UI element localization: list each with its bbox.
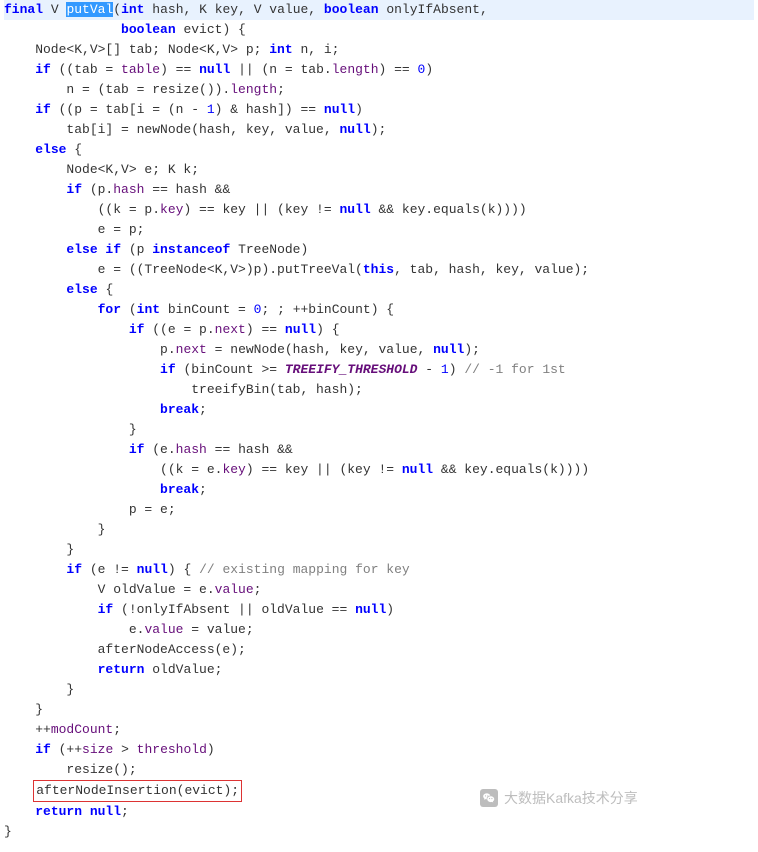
signature-line: final V putVal(int hash, K key, V value,… (4, 0, 754, 20)
code-block: final V putVal(int hash, K key, V value,… (0, 0, 758, 852)
wechat-icon (480, 789, 498, 807)
highlighted-call: afterNodeInsertion(evict); (33, 780, 242, 802)
selected-method-name: putVal (66, 2, 113, 17)
watermark: 大数据Kafka技术分享 (480, 788, 638, 808)
watermark-text: 大数据Kafka技术分享 (504, 788, 638, 808)
